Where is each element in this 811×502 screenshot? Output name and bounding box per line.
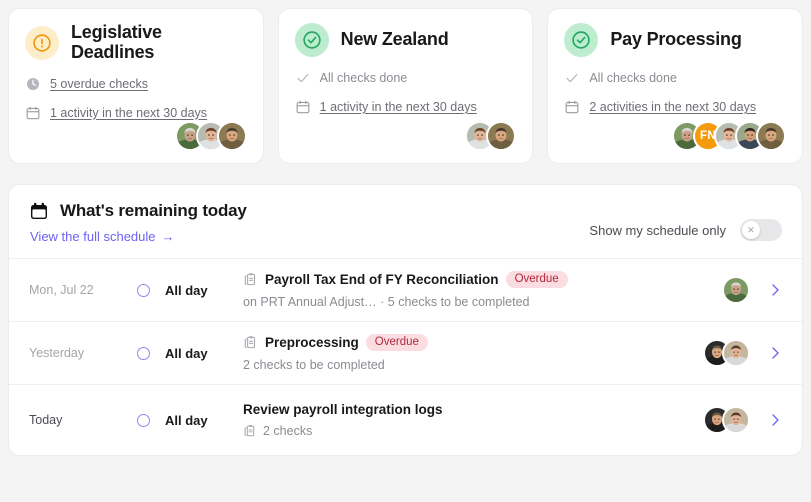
row-subtitle: 2 checks [263,424,313,438]
panel-title-row: What's remaining today [29,201,247,221]
check-icon [564,70,580,86]
schedule-rows: Mon, Jul 22 All day Payroll Tax End of FY … [9,258,802,455]
status-badge: Overdue [365,334,428,351]
complete-checkbox[interactable] [137,283,150,297]
avatar[interactable] [722,339,750,367]
card-header: Legislative Deadlines [25,22,247,63]
toggle-knob: ✕ [742,221,760,239]
row-title: Review payroll integration logs [243,402,443,417]
status-card[interactable]: New Zealand All checks done 1 activity in … [277,8,534,164]
row-checkbox-cell [137,346,165,360]
page-title: What's remaining today [60,201,247,220]
clipboard-icon [243,335,258,350]
card-info-row[interactable]: 2 activities in the next 30 days [564,99,786,115]
card-info-label: 1 activity in the next 30 days [319,100,477,114]
avatar-stack [465,121,517,151]
panel-header-left: What's remaining today View the full sch… [29,201,247,244]
close-icon: ✕ [747,224,755,235]
chevron-right-icon[interactable] [766,282,784,298]
row-date: Today [29,413,63,427]
show-my-schedule-label: Show my schedule only [589,222,726,238]
row-main: Payroll Tax End of FY Reconciliation Over… [243,271,722,309]
row-subtitle-line: 2 checks to be completed [243,358,703,372]
view-full-schedule-link[interactable]: View the full schedule → [30,229,247,244]
circle-check-icon [564,23,599,57]
table-row[interactable]: Mon, Jul 22 All day Payroll Tax End of FY … [9,259,802,322]
row-title-line: Payroll Tax End of FY Reconciliation Over… [243,271,722,288]
card-info-row[interactable]: 1 activity in the next 30 days [25,105,247,121]
card-info-label: 5 overdue checks [50,76,148,91]
row-title-line: Review payroll integration logs [243,402,703,417]
card-info-row[interactable]: 1 activity in the next 30 days [295,99,517,115]
panel-header: What's remaining today View the full sch… [9,185,802,258]
chevron-right-icon[interactable] [766,412,784,428]
avatar-stack: FN [672,121,787,151]
complete-checkbox[interactable] [137,346,150,360]
card-header: Pay Processing [564,23,786,57]
card-info-label: All checks done [319,71,408,85]
calendar-icon [25,105,41,121]
card-info-row: All checks done [564,70,786,86]
avatar[interactable] [722,406,750,434]
card-info-label: 2 activities in the next 30 days [589,100,757,114]
panel-header-right: Show my schedule only ✕ [589,201,782,241]
view-full-schedule-label: View the full schedule [30,229,156,244]
clipboard-icon [243,424,257,438]
avatar[interactable] [756,121,787,151]
table-row[interactable]: Yesterday All day Preprocessing Overdue 2 ch… [9,322,802,385]
calendar-icon [564,99,580,115]
card-info-label: All checks done [589,71,677,85]
arrow-right-icon: → [161,229,175,244]
circle-check-icon [294,23,329,57]
row-date: Mon, Jul 22 [29,283,94,297]
row-subtitle-line: on PRT Annual Adjust… · 5 checks to be c… [243,295,722,309]
calendar-icon [295,99,311,115]
avatar[interactable] [486,121,517,151]
avatar[interactable] [722,276,750,304]
row-title: Payroll Tax End of FY Reconciliation [265,272,499,287]
card-info-row[interactable]: 5 overdue checks [25,76,247,92]
row-checkbox-cell [137,413,165,427]
status-card[interactable]: Pay Processing All checks done 2 activitie… [547,8,804,164]
row-title: Preprocessing [265,335,359,350]
row-subtitle-line: 2 checks [243,424,703,438]
check-icon [295,70,311,86]
row-avatar-stack [722,276,750,304]
remaining-today-panel: What's remaining today View the full sch… [8,184,803,456]
clock-icon [25,76,41,92]
status-card[interactable]: Legislative Deadlines 5 overdue checks 1 a… [8,8,264,164]
show-my-schedule-toggle[interactable]: ✕ [740,219,782,241]
row-subtitle: 2 checks to be completed [243,358,385,372]
circle-exclamation-icon [25,25,59,60]
card-title: New Zealand [340,29,449,50]
complete-checkbox[interactable] [137,413,150,427]
card-info-label: 1 activity in the next 30 days [50,105,208,120]
row-all-day-label: All day [165,345,208,361]
row-date: Yesterday [29,346,85,360]
row-main: Review payroll integration logs 2 checks [243,402,703,438]
dashboard-page: Legislative Deadlines 5 overdue checks 1 a… [0,0,811,502]
row-title-line: Preprocessing Overdue [243,334,703,351]
row-all-day-label: All day [165,412,208,428]
table-row[interactable]: Today All day Review payroll integration l… [9,385,802,455]
status-badge: Overdue [505,271,568,288]
row-all-day-label: All day [165,282,208,298]
card-title: Legislative Deadlines [71,22,162,62]
calendar-icon [29,201,49,221]
row-main: Preprocessing Overdue 2 checks to be compl… [243,334,703,372]
row-subtitle: on PRT Annual Adjust… · 5 checks to be c… [243,295,530,309]
avatar[interactable] [216,121,247,151]
card-info-row: All checks done [295,70,517,86]
row-checkbox-cell [137,283,165,297]
row-avatar-stack [703,339,750,367]
card-header: New Zealand [294,23,517,57]
row-avatar-stack [703,406,750,434]
card-title: Pay Processing [610,29,742,50]
chevron-right-icon[interactable] [766,345,784,361]
avatar-stack [174,121,247,151]
status-cards: Legislative Deadlines 5 overdue checks 1 a… [8,8,804,164]
clipboard-icon [243,272,258,287]
